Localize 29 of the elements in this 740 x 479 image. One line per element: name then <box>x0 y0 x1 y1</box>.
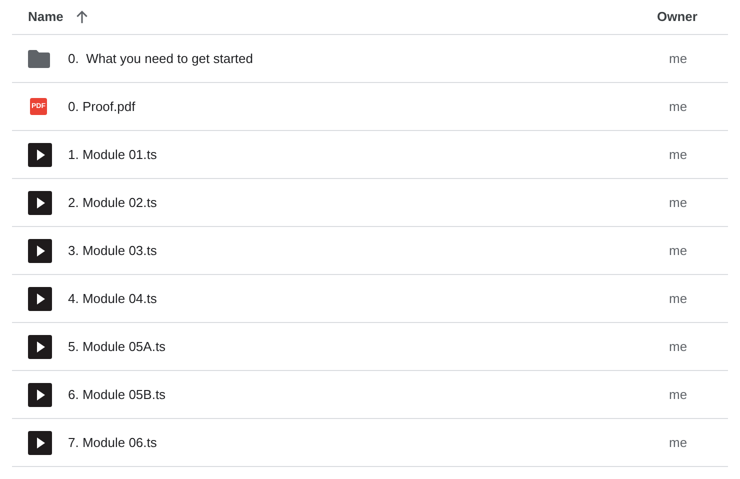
video-thumbnail-icon <box>28 238 52 262</box>
file-name[interactable]: 0. What you need to get started <box>68 48 669 68</box>
video-thumbnail-icon <box>28 334 52 358</box>
video-thumbnail-icon <box>28 142 52 166</box>
owner-text: me <box>669 242 688 260</box>
owner-text: me <box>669 98 688 116</box>
owner-text: me <box>669 146 688 164</box>
owner-text: me <box>669 290 688 308</box>
file-name[interactable]: 1. Module 01.ts <box>68 144 669 164</box>
video-thumbnail-icon <box>28 286 52 310</box>
file-name[interactable]: 4. Module 04.ts <box>68 288 669 308</box>
video-thumbnail-icon <box>28 430 52 454</box>
owner-text: me <box>669 338 688 356</box>
file-name[interactable]: 2. Module 02.ts <box>68 192 669 212</box>
owner-text: me <box>669 434 688 452</box>
file-name[interactable]: 6. Module 05B.ts <box>68 384 669 404</box>
file-name[interactable]: 7. Module 06.ts <box>68 432 669 452</box>
folder-icon <box>28 50 50 68</box>
file-name[interactable]: 3. Module 03.ts <box>68 240 669 260</box>
video-thumbnail-icon <box>28 190 52 214</box>
owner-text: me <box>669 50 688 68</box>
file-name[interactable]: 5. Module 05A.ts <box>68 336 669 356</box>
file-name[interactable]: 0. Proof.pdf <box>68 96 669 116</box>
video-thumbnail-icon <box>28 382 52 406</box>
owner-text: me <box>669 194 688 212</box>
column-header[interactable]: Owner <box>657 7 698 27</box>
sort-up-arrow-icon[interactable] <box>75 10 90 24</box>
owner-text: me <box>669 386 688 404</box>
column-header[interactable]: Name <box>28 7 64 27</box>
